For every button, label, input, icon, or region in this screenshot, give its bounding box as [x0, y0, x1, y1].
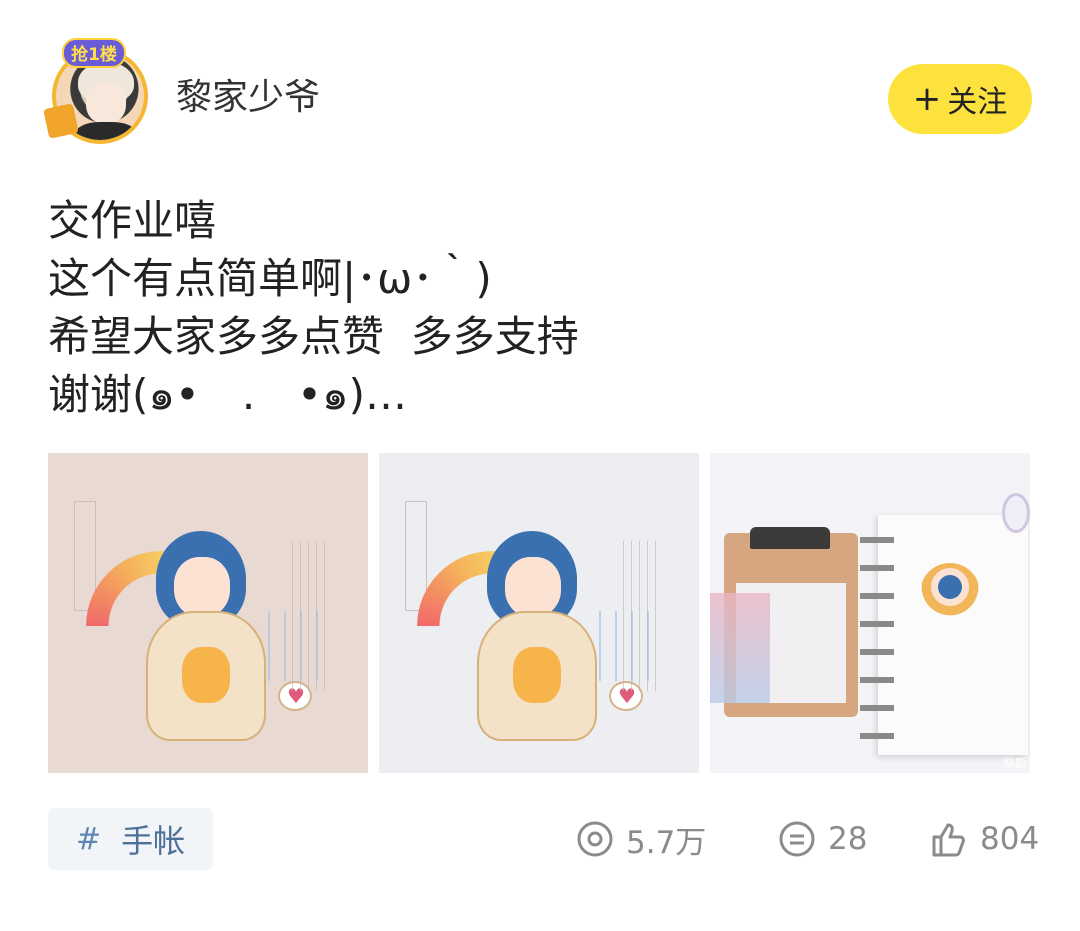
- comment-icon: [779, 821, 815, 857]
- post-image-2[interactable]: [379, 453, 699, 773]
- avatar-badge: 抢1楼: [62, 38, 126, 68]
- likes-count: 804: [980, 821, 1040, 857]
- plus-icon: +: [912, 79, 942, 119]
- image-grid: 快影: [48, 453, 1032, 773]
- post-line: 交作业嘻: [48, 196, 217, 245]
- post-image-1[interactable]: [48, 453, 368, 773]
- views-stat: 5.7万: [576, 816, 706, 862]
- comments-stat[interactable]: 28: [778, 816, 867, 862]
- post-image-3[interactable]: 快影: [710, 453, 1030, 773]
- book-icon: [43, 103, 79, 139]
- post-line: 这个有点简单啊|･ω･｀): [48, 254, 492, 303]
- post-text: 交作业嘻 这个有点简单啊|･ω･｀) 希望大家多多点赞 多多支持 谢谢(๑• .…: [48, 192, 1032, 424]
- image-watermark: 快影: [1004, 757, 1026, 770]
- views-count: 5.7万: [626, 824, 707, 861]
- thumbs-up-icon: [932, 823, 965, 857]
- author-name[interactable]: 黎家少爷: [176, 76, 320, 120]
- post-footer: # 手帐 5.7万 28 804: [48, 808, 1039, 870]
- eye-icon: [577, 821, 613, 857]
- follow-button[interactable]: + 关注: [888, 64, 1032, 134]
- topic-tag[interactable]: # 手帐: [48, 808, 214, 870]
- hash-icon: #: [76, 821, 102, 857]
- post-header: 抢1楼 黎家少爷 + 关注: [43, 38, 1032, 154]
- post-line: 谢谢(๑• . •๑)…: [48, 370, 407, 419]
- author-avatar[interactable]: 抢1楼: [43, 38, 152, 148]
- follow-label: 关注: [947, 85, 1008, 120]
- tag-label: 手帐: [121, 822, 186, 860]
- post-line: 希望大家多多点赞 多多支持: [48, 312, 579, 361]
- comments-count: 28: [828, 821, 868, 857]
- likes-stat[interactable]: 804: [928, 816, 1039, 862]
